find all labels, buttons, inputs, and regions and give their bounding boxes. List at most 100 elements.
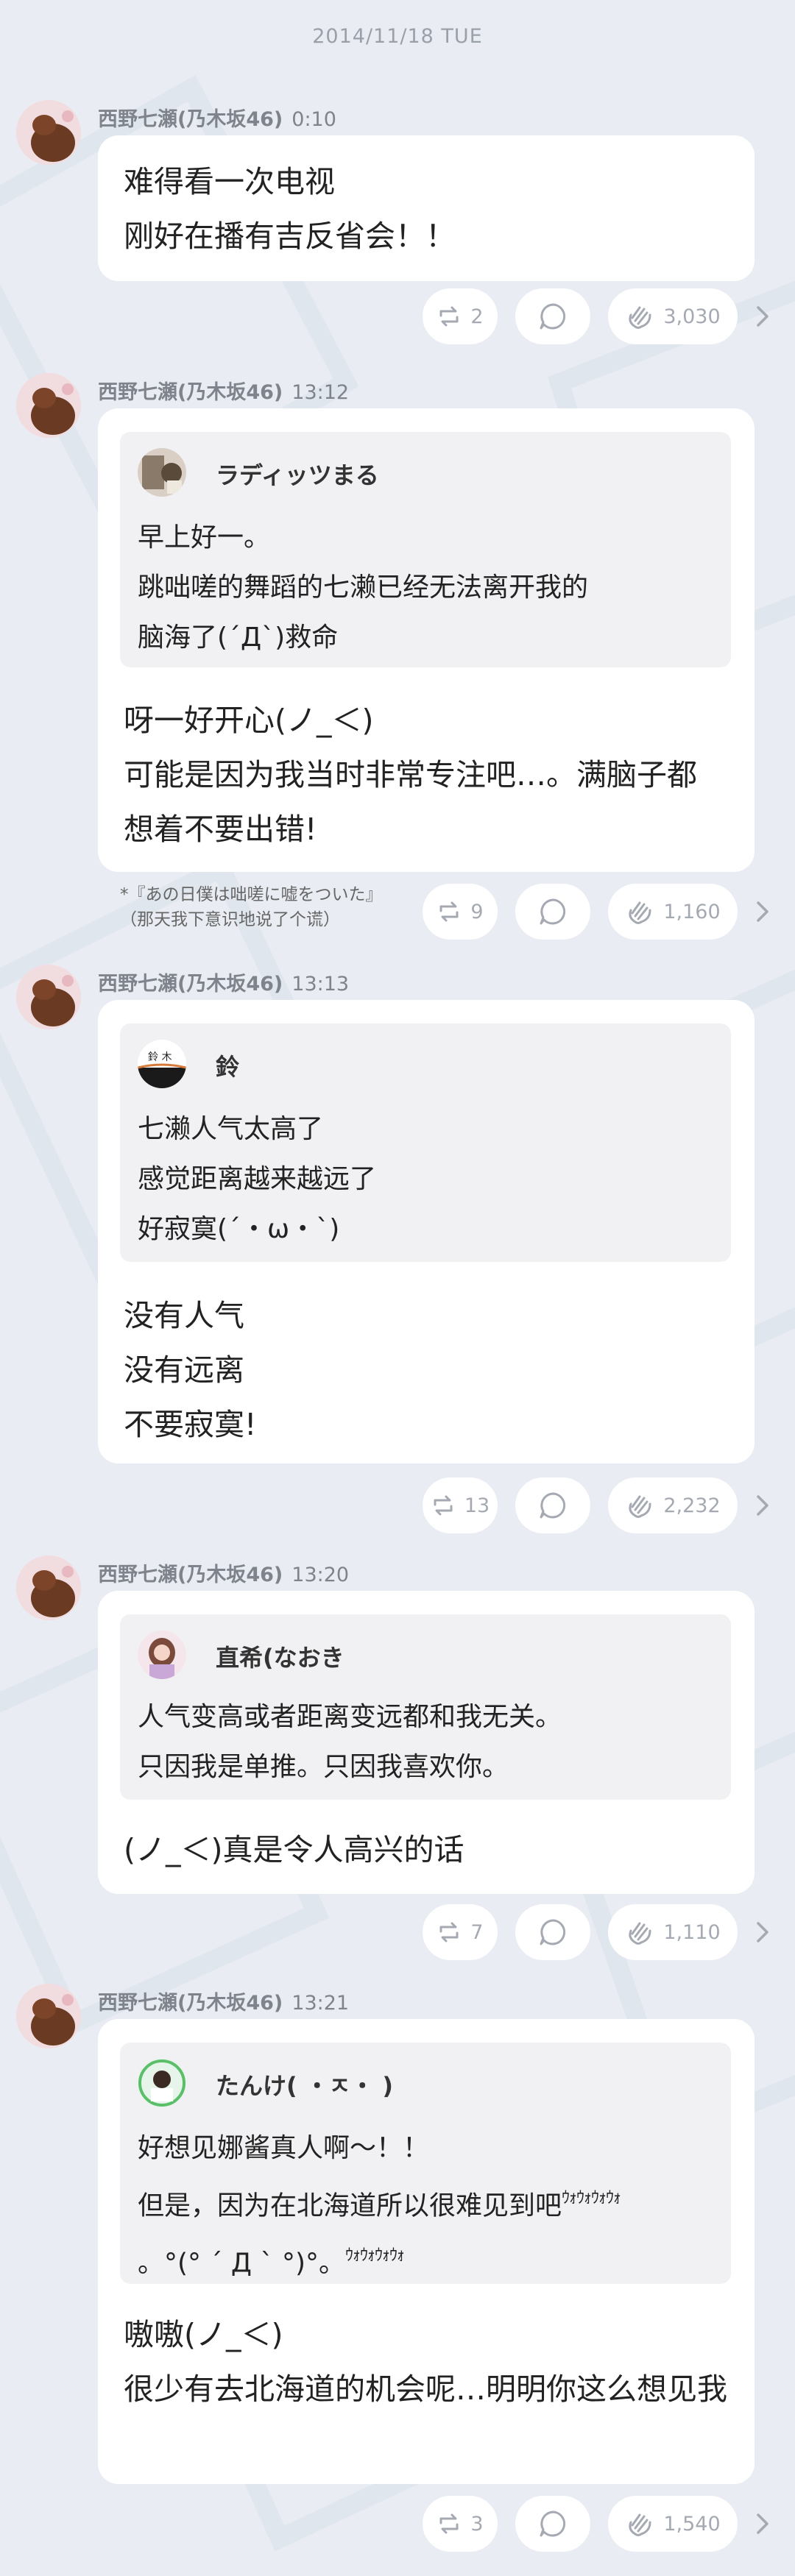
message-actions: 9 1,160 <box>0 884 795 940</box>
chevron-right-icon[interactable] <box>749 898 776 925</box>
text-line: 人气变高或者距离变远都和我无关。 <box>138 1702 562 1732</box>
avatar[interactable] <box>16 373 81 438</box>
svg-text:鈴 木: 鈴 木 <box>148 1051 172 1063</box>
sender-name: 西野七瀬(乃木坂46) <box>98 108 283 131</box>
repost-icon <box>439 1922 459 1942</box>
text-line: 难得看一次电视 <box>124 164 335 199</box>
sender-line: 西野七瀬(乃木坂46) 13:13 <box>98 968 349 996</box>
comment-button[interactable] <box>515 2496 590 2552</box>
clap-count: 3,030 <box>663 305 721 328</box>
date-header: 2014/11/18 TUE <box>312 25 483 48</box>
repost-count: 13 <box>464 1494 490 1517</box>
comment-button[interactable] <box>515 1904 590 1960</box>
sender-name: 西野七瀬(乃木坂46) <box>98 381 283 404</box>
sender-name: 西野七瀬(乃木坂46) <box>98 973 283 996</box>
chevron-right-icon[interactable] <box>749 1492 776 1519</box>
comment-icon <box>540 303 566 330</box>
comment-icon <box>540 1919 566 1945</box>
repost-count: 2 <box>470 305 484 328</box>
text-line: 呀一好开心(ノ_＜) <box>124 703 374 738</box>
text-span: 但是，因为在北海道所以很难见到吧 <box>138 2190 562 2221</box>
repost-icon <box>439 901 459 922</box>
comment-button[interactable] <box>515 1477 590 1533</box>
text-line: 脑海了(´Д`)救命 <box>138 622 339 653</box>
message-time: 13:21 <box>292 1992 350 2015</box>
clap-icon <box>629 1495 651 1518</box>
clap-button[interactable]: 2,232 <box>608 1477 738 1533</box>
message-bubble: 鈴 木 鈴 七濑人气太高了感觉距离越来越远了 好寂寞(´・ω・`) 没有人气没有远… <box>98 1000 755 1463</box>
message-bubble: 难得看一次电视刚好在播有吉反省会！！ <box>98 135 755 281</box>
superscript-text: ｳｫｳｫｳｫｳｫ <box>562 2189 621 2207</box>
quoted-post[interactable]: たんけ( ・ㅈ・ ) 好想见娜酱真人啊〜！！ 但是，因为在北海道所以很难见到吧ｳｫ… <box>120 2043 731 2284</box>
message-time: 13:12 <box>292 381 350 404</box>
avatar[interactable] <box>16 100 81 165</box>
comment-button[interactable] <box>515 884 590 940</box>
avatar[interactable] <box>16 1555 81 1620</box>
clap-count: 2,232 <box>663 1494 721 1517</box>
message-time: 13:13 <box>292 973 350 996</box>
text-line: 刚好在播有吉反省会！！ <box>124 219 456 254</box>
clap-button[interactable]: 1,110 <box>608 1904 738 1960</box>
text-line: 。°(° ´ Д ` °)°。ｳｫｳｫｳｫｳｫ <box>138 2231 621 2288</box>
chevron-right-icon[interactable] <box>749 303 776 330</box>
text-line: 想着不要出错! <box>124 812 317 847</box>
repost-button[interactable]: 3 <box>423 2496 498 2552</box>
text-line: 好想见娜酱真人啊〜！！ <box>138 2133 430 2163</box>
quoted-user-name: たんけ( ・ㅈ・ ) <box>216 2072 393 2100</box>
quoted-user-avatar <box>138 448 186 497</box>
quoted-post[interactable]: 直希(なおき 人气变高或者距离变远都和我无关。 只因我是单推。只因我喜欢你。 <box>120 1614 731 1800</box>
message-actions: 3 1,540 <box>0 2496 795 2552</box>
avatar[interactable] <box>16 1984 81 2048</box>
quoted-user-name: 鈴 <box>216 1053 240 1081</box>
repost-count: 7 <box>470 1920 484 1944</box>
quoted-user-name: ラディッツまる <box>216 461 379 489</box>
text-span: 。°(° ´ Д ` °)°。 <box>138 2248 345 2279</box>
message-bubble: ラディッツまる 早上好一。 跳咄嗟的舞蹈的七濑已经无法离开我的 脑海了(´Д`)救命… <box>98 408 755 872</box>
avatar[interactable] <box>16 965 81 1029</box>
text-line: 不要寂寞! <box>124 1407 257 1442</box>
message-text: 难得看一次电视刚好在播有吉反省会！！ <box>124 155 456 263</box>
text-line: 感觉距离越来越远了 <box>138 1164 377 1194</box>
chevron-right-icon[interactable] <box>749 2511 776 2537</box>
message-time: 13:20 <box>292 1564 350 1586</box>
clap-icon <box>629 1922 651 1945</box>
repost-button[interactable]: 13 <box>423 1477 498 1533</box>
message-text: 嗷嗷(ノ_＜) 很少有去北海道的机会呢…明明你这么想见我 <box>124 2307 727 2416</box>
text-line: 很少有去北海道的机会呢…明明你这么想见我 <box>124 2371 727 2407</box>
text-line: 好寂寞(´・ω・`) <box>138 1214 340 1244</box>
repost-count: 9 <box>470 900 484 923</box>
text-line: 只因我是单推。只因我喜欢你。 <box>138 1752 509 1782</box>
text-line: 嗷嗷(ノ_＜) <box>124 2317 283 2352</box>
clap-button[interactable]: 3,030 <box>608 288 738 344</box>
clap-icon <box>629 901 651 924</box>
text-line: (ノ_＜)真是令人高兴的话 <box>124 1832 464 1867</box>
message-actions: 13 2,232 <box>0 1477 795 1533</box>
clap-button[interactable]: 1,540 <box>608 2496 738 2552</box>
message-time: 0:10 <box>292 108 336 131</box>
repost-button[interactable]: 9 <box>423 884 498 940</box>
repost-icon <box>434 1495 453 1516</box>
repost-button[interactable]: 7 <box>423 1904 498 1960</box>
text-line: 没有远离 <box>124 1352 244 1388</box>
quoted-user-name: 直希(なおき <box>216 1644 344 1672</box>
quoted-post[interactable]: 鈴 木 鈴 七濑人气太高了感觉距离越来越远了 好寂寞(´・ω・`) <box>120 1023 731 1262</box>
clap-icon <box>629 2513 651 2536</box>
message-text: 呀一好开心(ノ_＜) 可能是因为我当时非常专注吧…。满脑子都 想着不要出错! <box>124 693 697 856</box>
quoted-user-avatar <box>138 1631 186 1679</box>
quoted-text: 人气变高或者距离变远都和我无关。 只因我是单推。只因我喜欢你。 <box>138 1692 562 1792</box>
clap-button[interactable]: 1,160 <box>608 884 738 940</box>
sender-line: 西野七瀬(乃木坂46) 0:10 <box>98 103 336 132</box>
quoted-post[interactable]: ラディッツまる 早上好一。 跳咄嗟的舞蹈的七濑已经无法离开我的 脑海了(´Д`)救命 <box>120 432 731 667</box>
text-line: 七濑人气太高了 <box>138 1114 324 1144</box>
chevron-right-icon[interactable] <box>749 1919 776 1945</box>
sender-line: 西野七瀬(乃木坂46) 13:20 <box>98 1558 349 1587</box>
repost-button[interactable]: 2 <box>423 288 498 344</box>
sender-name: 西野七瀬(乃木坂46) <box>98 1564 283 1586</box>
sender-line: 西野七瀬(乃木坂46) 13:21 <box>98 1987 349 2015</box>
comment-icon <box>540 2511 566 2537</box>
clap-count: 1,160 <box>663 900 721 923</box>
quoted-text: 早上好一。 跳咄嗟的舞蹈的七濑已经无法离开我的 脑海了(´Д`)救命 <box>138 513 588 663</box>
comment-button[interactable] <box>515 288 590 344</box>
text-line: 没有人气 <box>124 1298 244 1333</box>
repost-icon <box>439 2513 459 2534</box>
